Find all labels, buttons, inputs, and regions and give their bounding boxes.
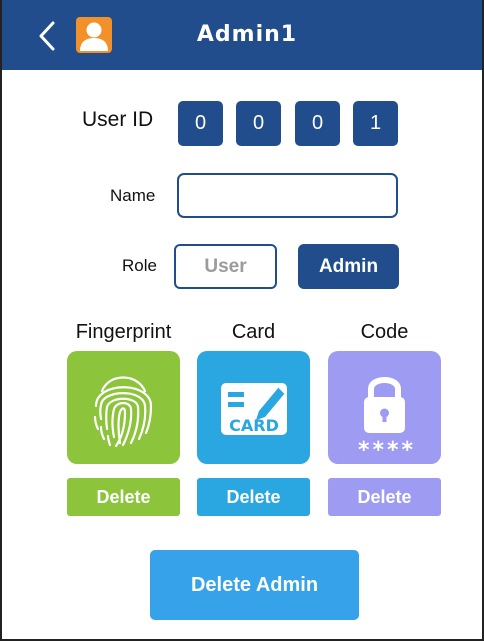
page-title: Admin1 — [196, 22, 298, 47]
header-bar: Admin1 — [2, 0, 482, 70]
fingerprint-icon — [93, 376, 153, 448]
user-id-label: User ID — [82, 108, 154, 131]
code-title: Code — [360, 321, 409, 343]
card-icon: CARD — [221, 383, 287, 435]
code-icon-text: **** — [358, 438, 416, 463]
user-id-digit-2[interactable]: 0 — [236, 101, 281, 146]
card-tile[interactable]: CARD — [197, 351, 310, 464]
delete-admin-button[interactable]: Delete Admin — [150, 550, 359, 620]
card-delete-button[interactable]: Delete — [197, 478, 310, 516]
fingerprint-delete-button[interactable]: Delete — [67, 478, 180, 516]
user-id-digit-1[interactable]: 0 — [178, 101, 223, 146]
code-tile[interactable]: **** — [328, 351, 441, 464]
admin-edit-screen: Admin1 User ID 0 0 0 1 Name Role User Ad… — [0, 0, 484, 641]
name-label: Name — [110, 186, 156, 205]
role-label: Role — [122, 256, 157, 275]
card-icon-text: CARD — [229, 416, 279, 435]
lock-icon: **** — [358, 377, 416, 463]
role-user-button[interactable]: User — [174, 244, 277, 289]
card-title: Card — [231, 321, 276, 343]
role-admin-button[interactable]: Admin — [298, 244, 399, 289]
user-id-digit-3[interactable]: 0 — [295, 101, 340, 146]
code-delete-button[interactable]: Delete — [328, 478, 441, 516]
fingerprint-tile[interactable] — [67, 351, 180, 464]
fingerprint-title: Fingerprint — [75, 321, 172, 343]
user-id-digit-4[interactable]: 1 — [353, 101, 398, 146]
name-input[interactable] — [177, 173, 398, 218]
